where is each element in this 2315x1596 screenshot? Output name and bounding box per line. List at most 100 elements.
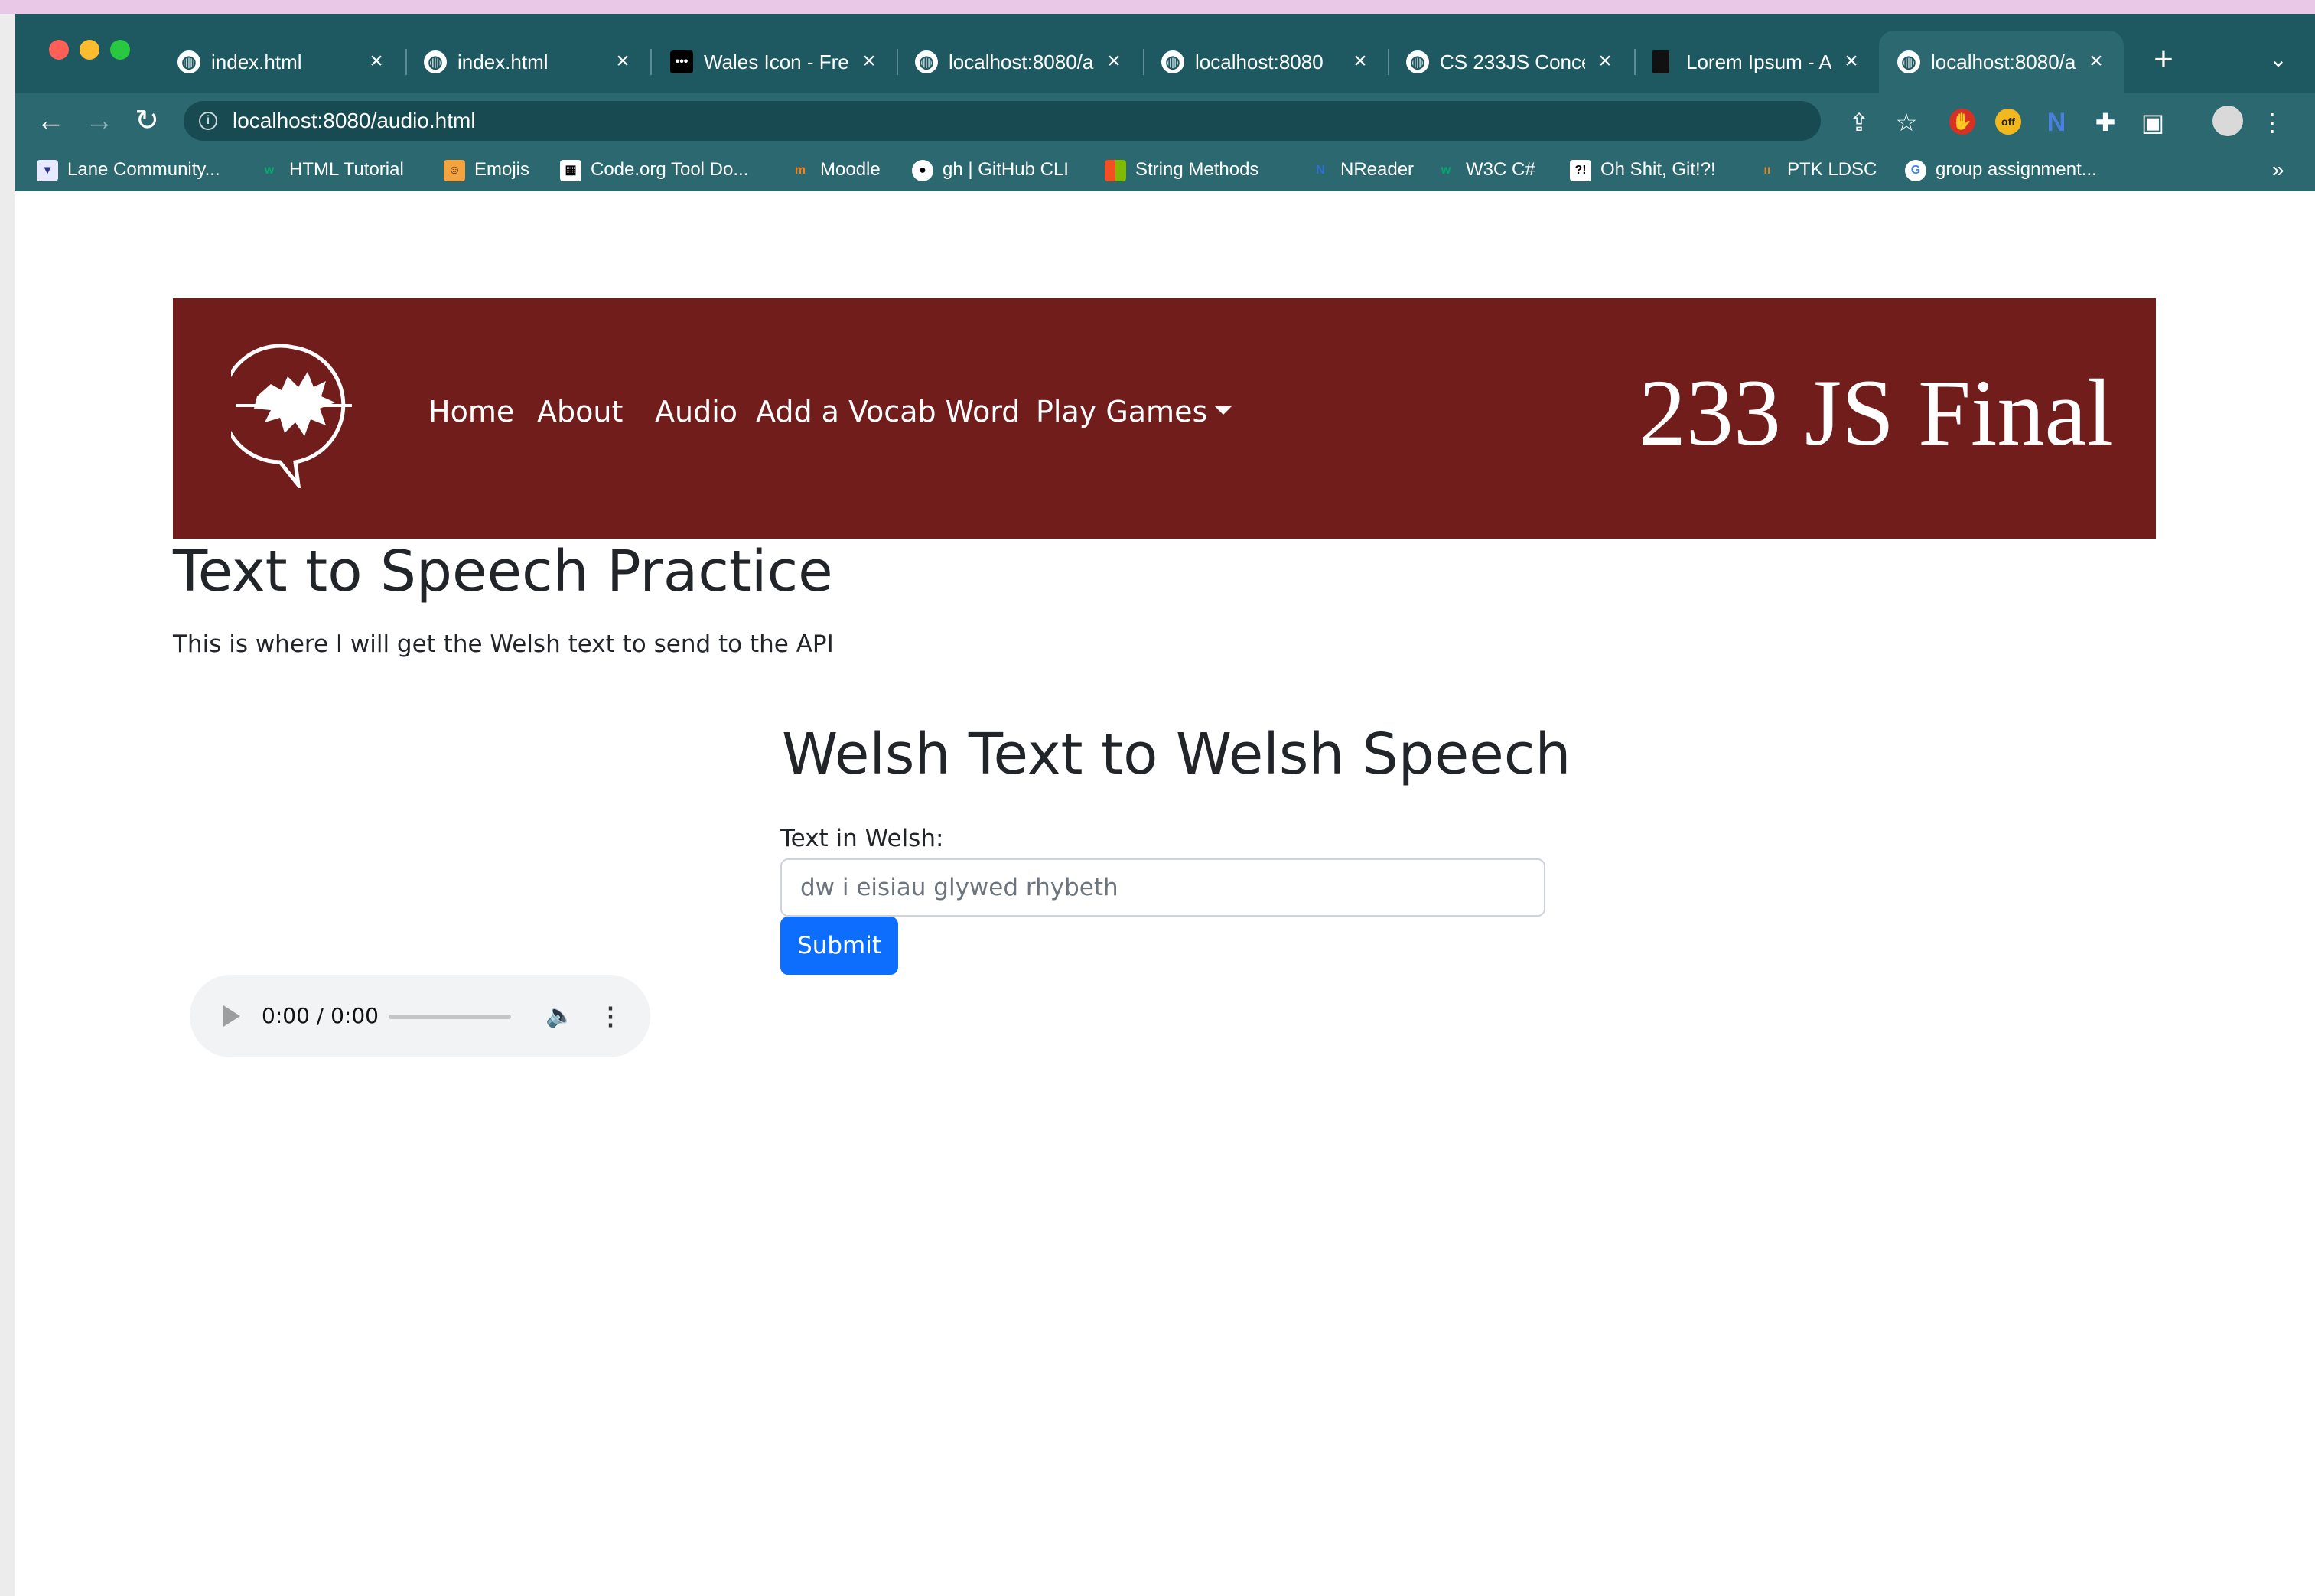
tab-title: index.html: [211, 50, 302, 73]
close-icon[interactable]: ×: [1348, 49, 1372, 73]
nav-about[interactable]: About: [537, 389, 623, 435]
off-extension-icon[interactable]: off: [1995, 109, 2021, 135]
nav-home[interactable]: Home: [428, 389, 514, 435]
page-content: Home About Audio Add a Vocab Word Play G…: [15, 191, 2315, 1596]
bookmark-icon: ▾: [37, 159, 58, 181]
bookmark-label: String Methods: [1135, 159, 1259, 180]
bookmark-item[interactable]: ıı PTK LDSC: [1757, 156, 1877, 184]
minimize-window-button[interactable]: [80, 40, 99, 60]
welsh-text-input[interactable]: [780, 858, 1545, 917]
tab-7[interactable]: Lorem Ipsum - Al ×: [1634, 31, 1879, 93]
bookmark-label: W3C C#: [1466, 159, 1535, 180]
bookmark-item[interactable]: w HTML Tutorial: [259, 156, 404, 184]
star-icon[interactable]: ☆: [1891, 107, 1922, 138]
url-text[interactable]: localhost:8080/audio.html: [233, 109, 476, 133]
moodle-icon: m: [794, 163, 806, 177]
bookmark-item[interactable]: ▾ Lane Community...: [37, 156, 220, 184]
bookmark-item[interactable]: ● gh | GitHub CLI: [912, 156, 1069, 184]
share-icon[interactable]: ⇪: [1844, 107, 1874, 138]
caret-down-icon: [1215, 406, 1232, 415]
intro-text: This is where I will get the Welsh text …: [173, 630, 834, 658]
tab-4[interactable]: ◍ localhost:8080/a ×: [897, 31, 1141, 93]
nreader-extension-icon[interactable]: N: [2041, 107, 2072, 138]
reload-icon[interactable]: ↻: [130, 104, 164, 138]
bookmark-item[interactable]: Ggroup assignment...: [1905, 156, 2097, 184]
bookmark-item[interactable]: w W3C C#: [1435, 156, 1535, 184]
dots-icon: •••: [670, 50, 693, 73]
nav-add-vocab-word[interactable]: Add a Vocab Word: [756, 389, 1020, 435]
tab-8-active[interactable]: ◍ localhost:8080/a ×: [1879, 31, 2124, 93]
address-bar[interactable]: i localhost:8080/audio.html: [184, 101, 1821, 141]
play-icon[interactable]: [223, 1005, 240, 1027]
bookmark-label: HTML Tutorial: [289, 159, 404, 180]
nav-play-games-dropdown[interactable]: Play Games: [1036, 389, 1232, 435]
microsoft-icon: [1105, 159, 1126, 181]
wales-dragon-logo-icon[interactable]: [231, 343, 357, 488]
mac-menu-bar: [0, 0, 2315, 14]
globe-icon: ◍: [915, 50, 938, 73]
emoji-icon: ☺: [444, 159, 465, 181]
close-icon[interactable]: ×: [1102, 49, 1126, 73]
tab-title: Wales Icon - Free: [704, 50, 849, 73]
info-icon[interactable]: i: [199, 112, 217, 130]
volume-icon[interactable]: 🔈: [545, 999, 575, 1033]
close-icon[interactable]: ×: [610, 49, 635, 73]
code-org-icon: ▦: [560, 159, 581, 181]
close-icon[interactable]: ×: [2084, 49, 2108, 73]
tab-title: localhost:8080: [1195, 50, 1324, 73]
audio-seek-bar[interactable]: [389, 1015, 511, 1019]
new-tab-button[interactable]: +: [2148, 43, 2179, 77]
tab-3[interactable]: ••• Wales Icon - Free ×: [652, 31, 897, 93]
globe-icon: ◍: [177, 50, 200, 73]
bookmark-label: Lane Community...: [67, 159, 220, 180]
nav-audio[interactable]: Audio: [655, 389, 737, 435]
close-icon[interactable]: ×: [364, 49, 389, 73]
nreader-icon: N: [1316, 163, 1325, 177]
tab-title: localhost:8080/a: [949, 50, 1094, 73]
extensions-puzzle-icon[interactable]: ✚: [2090, 107, 2121, 138]
github-icon: ●: [912, 159, 933, 181]
adblock-extension-icon[interactable]: ✋: [1949, 109, 1975, 135]
tab-5[interactable]: ◍ localhost:8080 ×: [1143, 31, 1388, 93]
more-options-icon[interactable]: ⋮: [598, 999, 623, 1033]
tab-title: Lorem Ipsum - Al: [1686, 50, 1831, 73]
tab-title: localhost:8080/a: [1931, 50, 2076, 73]
bookmark-label: Code.org Tool Do...: [591, 159, 749, 180]
globe-icon: ◍: [1406, 50, 1429, 73]
form-heading: Welsh Text to Welsh Speech: [782, 721, 1571, 787]
back-arrow-icon[interactable]: ←: [34, 104, 67, 138]
bookmarks-bar: ▾ Lane Community... w HTML Tutorial ☺ Emoji…: [15, 148, 2315, 191]
bookmark-label: gh | GitHub CLI: [943, 159, 1069, 180]
close-icon[interactable]: ×: [857, 49, 881, 73]
submit-button[interactable]: Submit: [780, 917, 898, 975]
bookmark-item[interactable]: String Methods: [1105, 156, 1258, 184]
bookmark-label: group assignment...: [1936, 159, 2097, 180]
browser-window: ◍ index.html × ◍ index.html × ••• Wales …: [15, 14, 2315, 1596]
bookmark-item[interactable]: N NReader: [1310, 156, 1414, 184]
bookmark-item[interactable]: ▦ Code.org Tool Do...: [560, 156, 748, 184]
bookmark-item[interactable]: m Moodle: [790, 156, 881, 184]
bookmark-label: Oh Shit, Git!?!: [1600, 159, 1716, 180]
w3schools-icon: w: [264, 163, 275, 177]
bookmark-label: Emojis: [474, 159, 530, 180]
close-icon[interactable]: ×: [1839, 49, 1864, 73]
bookmarks-overflow-icon[interactable]: »: [2272, 158, 2284, 182]
nav-play-games-label: Play Games: [1036, 395, 1208, 428]
zoom-window-button[interactable]: [110, 40, 130, 60]
close-icon[interactable]: ×: [1593, 49, 1617, 73]
bookmark-item[interactable]: ?! Oh Shit, Git!?!: [1570, 156, 1716, 184]
close-window-button[interactable]: [49, 40, 69, 60]
site-brand: 233 JS Final: [1638, 360, 2113, 465]
bookmark-label: Moodle: [820, 159, 881, 180]
forward-arrow-icon[interactable]: →: [83, 104, 116, 138]
tab-6[interactable]: ◍ CS 233JS Conce ×: [1388, 31, 1633, 93]
avatar[interactable]: [2212, 106, 2243, 136]
site-header: Home About Audio Add a Vocab Word Play G…: [173, 298, 2156, 539]
side-panel-icon[interactable]: ▣: [2138, 107, 2168, 138]
kebab-menu-icon[interactable]: ⋮: [2257, 107, 2287, 138]
tab-search-chevron-icon[interactable]: ⌄: [2265, 46, 2292, 73]
bookmark-item[interactable]: ☺ Emojis: [444, 156, 529, 184]
tab-2[interactable]: ◍ index.html ×: [405, 31, 650, 93]
desktop-edge: [0, 14, 15, 1596]
tab-1[interactable]: ◍ index.html ×: [159, 31, 404, 93]
